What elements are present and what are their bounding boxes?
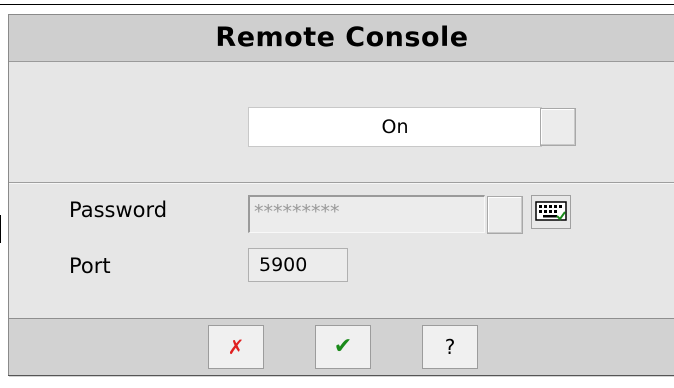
bottom-edge: [8, 375, 674, 376]
port-field[interactable]: 5900: [248, 248, 348, 282]
dialog-title: Remote Console: [215, 22, 469, 53]
title-bar: Remote Console: [9, 15, 674, 62]
password-label: Password: [69, 198, 168, 222]
top-divider: [0, 4, 674, 5]
mode-dropdown-button[interactable]: [540, 108, 576, 146]
cancel-button[interactable]: ✗: [208, 325, 264, 369]
section-divider-highlight: [9, 183, 674, 184]
port-label: Port: [69, 254, 111, 278]
password-side-button[interactable]: [487, 196, 523, 234]
keyboard-button[interactable]: [531, 195, 571, 229]
help-button[interactable]: ?: [422, 325, 478, 369]
ok-button[interactable]: ✔: [315, 325, 371, 369]
mode-combo-value[interactable]: On: [248, 107, 542, 147]
button-bar: ✗ ✔ ?: [9, 318, 674, 377]
left-edge-mark: [0, 215, 1, 243]
keyboard-icon: [535, 201, 567, 221]
password-field[interactable]: *********: [248, 195, 485, 233]
remote-console-dialog: Remote Console On Password ********* Por…: [8, 14, 674, 377]
